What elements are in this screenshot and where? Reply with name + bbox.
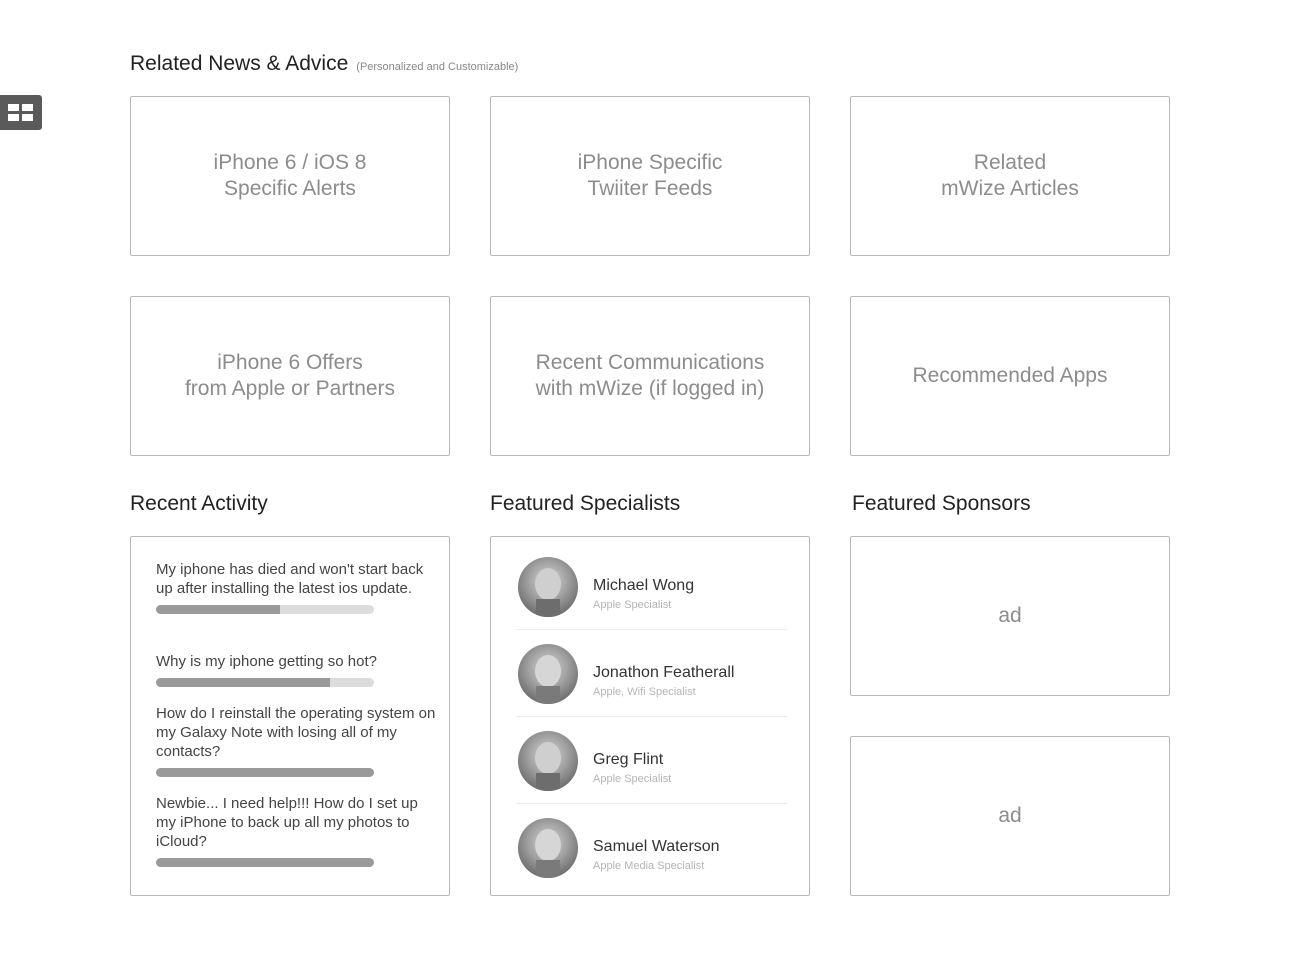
specialist-role: Apple Specialist (593, 773, 672, 785)
specialist-name: Greg Flint (593, 751, 664, 768)
activity-progress-fill (156, 768, 374, 777)
activity-progress-fill (156, 678, 331, 687)
featured-specialists-heading: Featured Specialists (490, 492, 681, 515)
tile-label: Recent Communications with mWize (if log… (535, 351, 765, 400)
specialist-card[interactable]: Jonathon Featherall Apple, Wifi Speciali… (516, 631, 787, 717)
activity-progress-fill (156, 605, 281, 614)
tile-label: iPhone 6 Offers from Apple or Partners (184, 351, 396, 400)
activity-question: Newbie... I need help!!! How do I set up… (156, 795, 418, 850)
tile-offers[interactable]: iPhone 6 Offers from Apple or Partners (130, 296, 450, 456)
specialist-name: Samuel Waterson (593, 838, 720, 855)
tile-related-articles[interactable]: Related mWize Articles (850, 96, 1170, 256)
avatar (518, 644, 578, 704)
ad-label: ad (998, 804, 1022, 827)
activity-item[interactable]: Why is my iphone getting so hot? (156, 652, 436, 687)
specialist-role: Apple Specialist (593, 599, 672, 611)
featured-specialists-panel: Michael Wong Apple Specialist Jonathon F… (490, 536, 810, 896)
activity-progress-bar (156, 768, 374, 777)
sponsor-ad[interactable]: ad (850, 536, 1170, 696)
activity-question: My iphone has died and won't start back … (156, 561, 424, 597)
specialist-card[interactable]: Greg Flint Apple Specialist (516, 718, 787, 804)
avatar (518, 731, 578, 791)
activity-item[interactable]: My iphone has died and won't start back … (156, 560, 436, 614)
tile-label: iPhone 6 / iOS 8 Specific Alerts (213, 151, 367, 200)
news-subtitle: (Personalized and Customizable) (356, 61, 519, 73)
recent-activity-panel: My iphone has died and won't start back … (130, 536, 450, 896)
tile-recommended-apps[interactable]: Recommended Apps (850, 296, 1170, 456)
specialist-name: Michael Wong (593, 577, 695, 594)
activity-progress-bar (156, 605, 374, 614)
activity-item[interactable]: How do I reinstall the operating system … (156, 704, 436, 777)
featured-sponsors-heading: Featured Sponsors (852, 492, 1031, 515)
tile-ios-alerts[interactable]: iPhone 6 / iOS 8 Specific Alerts (130, 96, 450, 256)
activity-question: Why is my iphone getting so hot? (156, 653, 377, 670)
avatar (518, 557, 578, 617)
avatar (518, 818, 578, 878)
grid-icon (8, 103, 34, 122)
activity-item[interactable]: Newbie... I need help!!! How do I set up… (156, 794, 436, 867)
layout-toggle-button[interactable] (0, 95, 42, 130)
news-heading: Related News & Advice (Personalized and C… (130, 52, 518, 76)
tile-label: Related mWize Articles (941, 151, 1079, 200)
tile-label: iPhone Specific Twiiter Feeds (577, 151, 723, 200)
ad-label: ad (998, 604, 1022, 627)
specialist-role: Apple Media Specialist (593, 860, 705, 872)
activity-progress-bar (156, 858, 374, 867)
specialist-role: Apple, Wifi Specialist (593, 686, 696, 698)
tile-label: Recommended Apps (912, 364, 1108, 387)
activity-progress-fill (156, 858, 374, 867)
specialist-name: Jonathon Featherall (593, 664, 735, 681)
activity-progress-bar (156, 678, 374, 687)
recent-activity-heading: Recent Activity (130, 492, 268, 515)
specialist-card[interactable]: Michael Wong Apple Specialist (516, 544, 787, 630)
news-title: Related News & Advice (130, 52, 349, 75)
tile-recent-communications[interactable]: Recent Communications with mWize (if log… (490, 296, 810, 456)
sponsor-ad[interactable]: ad (850, 736, 1170, 896)
tile-twitter-feeds[interactable]: iPhone Specific Twiiter Feeds (490, 96, 810, 256)
activity-question: How do I reinstall the operating system … (156, 705, 436, 760)
specialist-card[interactable]: Samuel Waterson Apple Media Specialist (516, 805, 787, 891)
